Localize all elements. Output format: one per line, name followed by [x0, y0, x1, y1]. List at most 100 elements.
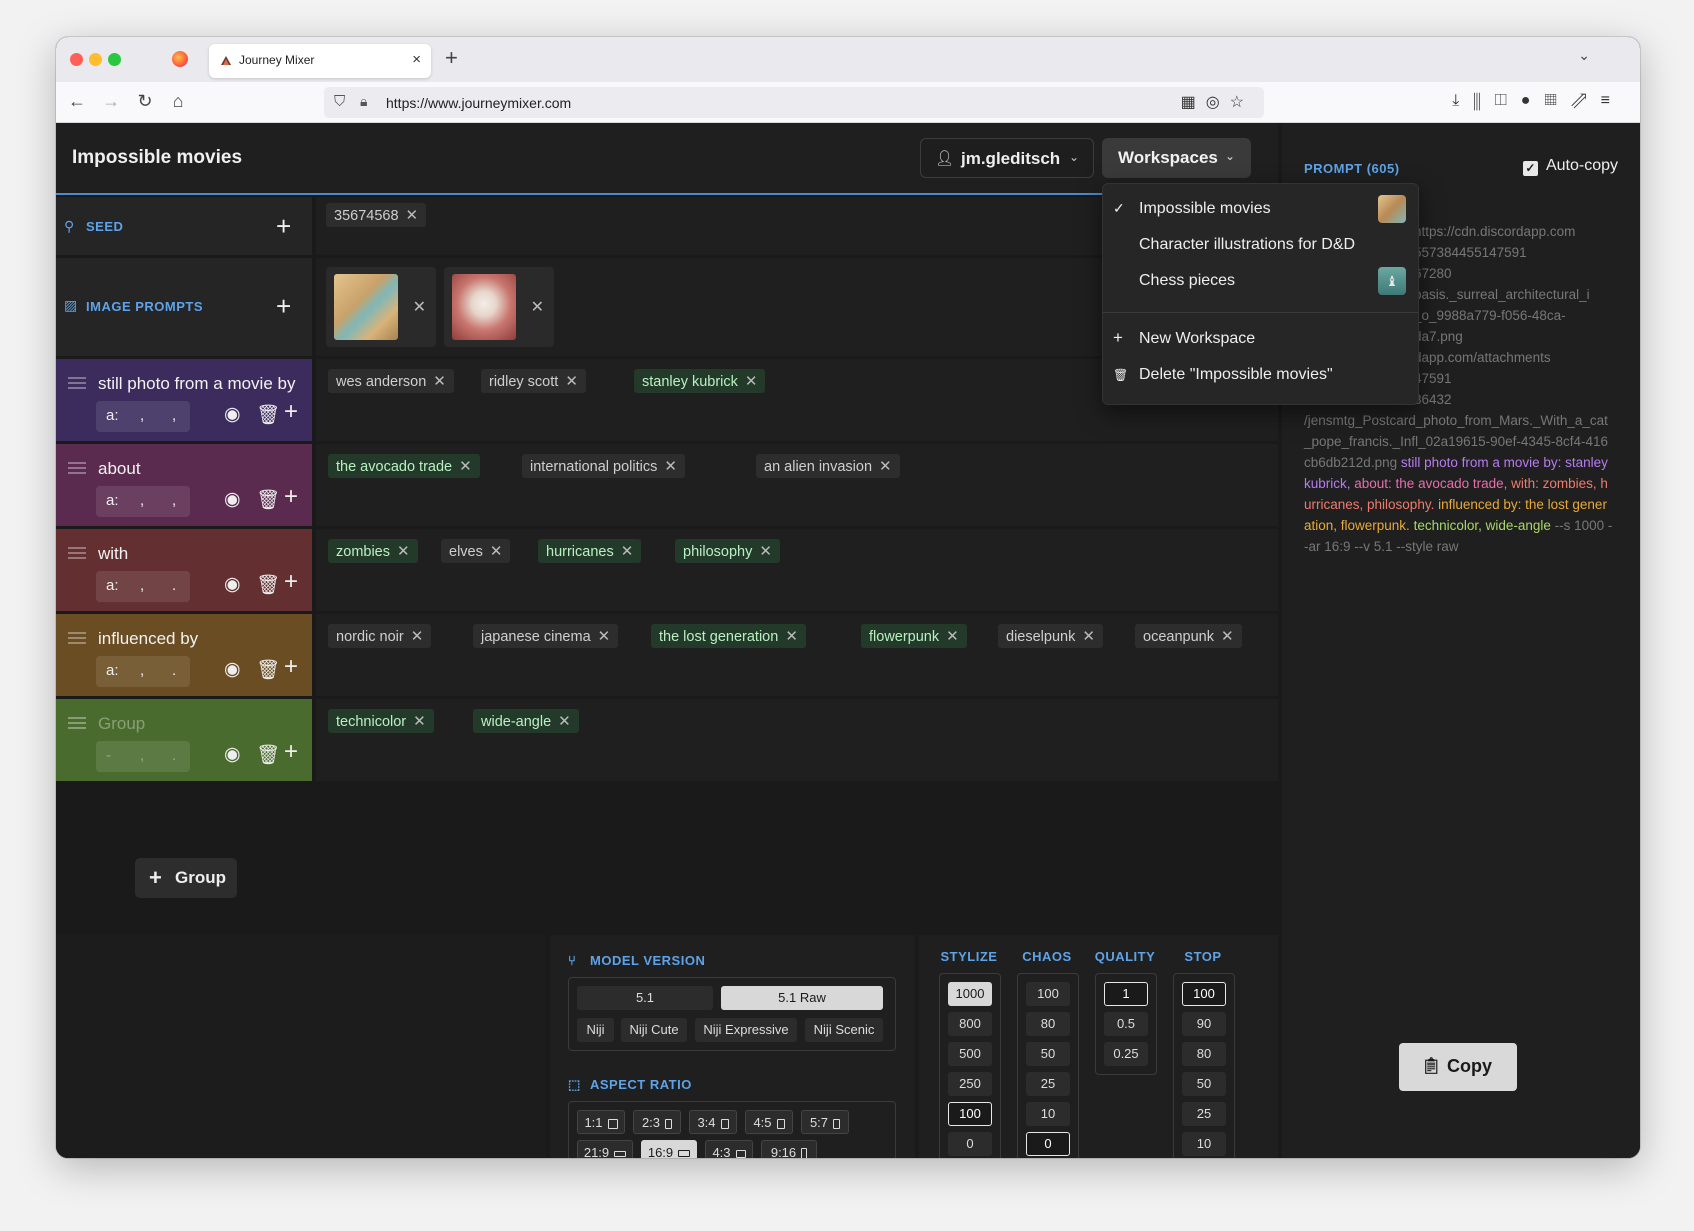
browser-tab-active[interactable]: Journey Mixer ×	[209, 44, 431, 78]
drag-handle-icon[interactable]	[68, 547, 86, 559]
toolbar-icons[interactable]: ⤓⫼◫●▦⇗≡	[1452, 92, 1624, 110]
aspect-ratio-button[interactable]: 21:9	[577, 1140, 633, 1158]
image-thumbnail[interactable]	[452, 274, 516, 340]
close-window-button[interactable]	[70, 53, 83, 66]
plus-icon[interactable]: +	[284, 568, 298, 596]
eye-icon[interactable]: ◉	[224, 658, 241, 681]
stylize-option-button[interactable]: 800	[948, 1012, 992, 1036]
chaos-option-button[interactable]: 80	[1026, 1012, 1070, 1036]
prompt-chip[interactable]: flowerpunk ✕	[861, 624, 967, 648]
aspect-ratio-button[interactable]: 1:1	[577, 1110, 625, 1134]
eye-icon[interactable]: ◉	[224, 403, 241, 426]
remove-chip-icon[interactable]: ✕	[621, 543, 634, 560]
remove-chip-icon[interactable]: ✕	[411, 628, 424, 645]
prompt-chip[interactable]: hurricanes ✕	[538, 539, 642, 563]
stop-option-button[interactable]: 25	[1182, 1102, 1226, 1126]
quality-option-button[interactable]: 0.25	[1104, 1042, 1148, 1066]
firefox-icon[interactable]	[172, 51, 188, 67]
prompt-chip[interactable]: wide-angle ✕	[473, 709, 579, 733]
stylize-option-button[interactable]: 0	[948, 1132, 992, 1156]
niji-scenic-button[interactable]: Niji Scenic	[805, 1018, 883, 1042]
remove-chip-icon[interactable]: ✕	[785, 628, 798, 645]
plus-icon[interactable]: +	[284, 653, 298, 681]
model-5-1-raw-button[interactable]: 5.1 Raw	[721, 986, 883, 1010]
group-weight-input[interactable]: -,.	[96, 741, 190, 772]
new-tab-icon[interactable]: +	[445, 45, 458, 71]
trash-icon[interactable]: 🗑︎	[256, 488, 280, 512]
workspace-item-chess-pieces[interactable]: Chess pieces ♝	[1103, 264, 1418, 298]
back-icon[interactable]: ←	[66, 91, 88, 112]
group-name[interactable]: influenced by	[98, 629, 198, 649]
remove-chip-icon[interactable]: ✕	[413, 713, 426, 730]
drag-handle-icon[interactable]	[68, 462, 86, 474]
url-bar[interactable]: ⛉ 🔒︎ https://www.journeymixer.com ▦◎☆	[324, 87, 1264, 118]
delete-workspace-item[interactable]: 🗑︎ Delete "Impossible movies"	[1103, 358, 1418, 392]
stylize-option-button[interactable]: 500	[948, 1042, 992, 1066]
remove-chip-icon[interactable]: ✕	[879, 458, 892, 475]
chaos-option-button[interactable]: 0	[1026, 1132, 1070, 1156]
prompt-chip[interactable]: elves ✕	[441, 539, 511, 563]
stop-option-button[interactable]: 10	[1182, 1132, 1226, 1156]
niji-cute-button[interactable]: Niji Cute	[621, 1018, 687, 1042]
add-group-button[interactable]: + Group	[135, 858, 237, 898]
stylize-option-button[interactable]: 100	[948, 1102, 992, 1126]
remove-chip-icon[interactable]: ✕	[759, 543, 772, 560]
remove-chip-icon[interactable]: ✕	[558, 713, 571, 730]
stylize-option-button[interactable]: 1000	[948, 982, 992, 1006]
chevron-down-icon[interactable]: ⌄	[1578, 47, 1590, 64]
remove-chip-icon[interactable]: ✕	[433, 373, 446, 390]
trash-icon[interactable]: 🗑︎	[256, 658, 280, 682]
group-name[interactable]: with	[98, 544, 128, 564]
image-prompt-item[interactable]: ✕	[326, 267, 436, 347]
seed-chip[interactable]: 35674568 ✕	[326, 203, 427, 227]
url-actions-icons[interactable]: ▦◎☆	[1181, 92, 1254, 112]
stop-option-button[interactable]: 100	[1182, 982, 1226, 1006]
remove-image-icon[interactable]: ✕	[531, 297, 544, 317]
minimize-window-button[interactable]	[89, 53, 102, 66]
chaos-option-button[interactable]: 25	[1026, 1072, 1070, 1096]
niji-expressive-button[interactable]: Niji Expressive	[695, 1018, 797, 1042]
group-weight-input[interactable]: a:,.	[96, 571, 190, 602]
zoom-window-button[interactable]	[108, 53, 121, 66]
home-icon[interactable]: ⌂	[167, 91, 189, 112]
group-name[interactable]: about	[98, 459, 141, 479]
workspaces-button[interactable]: Workspaces ⌄	[1102, 138, 1251, 178]
prompt-chip[interactable]: the avocado trade ✕	[328, 454, 480, 478]
prompt-chip[interactable]: international politics ✕	[522, 454, 685, 478]
plus-icon[interactable]: +	[284, 398, 298, 426]
aspect-ratio-button[interactable]: 9:16	[761, 1140, 817, 1158]
image-prompt-item[interactable]: ✕	[444, 267, 554, 347]
remove-chip-icon[interactable]: ✕	[745, 373, 758, 390]
eye-icon[interactable]: ◉	[224, 743, 241, 766]
shield-icon[interactable]: ⛉	[334, 93, 345, 110]
prompt-chip[interactable]: an alien invasion ✕	[756, 454, 900, 478]
user-menu-button[interactable]: 👤︎ jm.gleditsch ⌄	[920, 138, 1094, 178]
workspace-item-character-illustrations[interactable]: Character illustrations for D&D	[1103, 228, 1418, 262]
reload-icon[interactable]: ↻	[134, 91, 156, 112]
aspect-ratio-button[interactable]: 16:9	[641, 1140, 697, 1158]
prompt-chip[interactable]: ridley scott ✕	[481, 369, 586, 393]
remove-image-icon[interactable]: ✕	[413, 297, 426, 317]
niji-button[interactable]: Niji	[577, 1018, 614, 1042]
trash-icon[interactable]: 🗑︎	[256, 573, 280, 597]
drag-handle-icon[interactable]	[68, 632, 86, 644]
aspect-ratio-button[interactable]: 4:5	[745, 1110, 793, 1134]
remove-chip-icon[interactable]: ✕	[490, 543, 503, 560]
copy-button[interactable]: 📋︎ Copy	[1399, 1043, 1517, 1091]
prompt-chip[interactable]: nordic noir ✕	[328, 624, 432, 648]
trash-icon[interactable]: 🗑︎	[256, 743, 280, 767]
remove-chip-icon[interactable]: ✕	[565, 373, 578, 390]
plus-icon[interactable]: +	[284, 483, 298, 511]
quality-option-button[interactable]: 1	[1104, 982, 1148, 1006]
group-name[interactable]: still photo from a movie by	[98, 374, 295, 394]
prompt-chip[interactable]: stanley kubrick ✕	[634, 369, 766, 393]
prompt-chip[interactable]: japanese cinema ✕	[473, 624, 619, 648]
checkbox-checked-icon[interactable]: ✓	[1522, 161, 1538, 176]
prompt-chip[interactable]: wes anderson ✕	[328, 369, 454, 393]
prompt-chip[interactable]: the lost generation ✕	[651, 624, 806, 648]
drag-handle-icon[interactable]	[68, 377, 86, 389]
remove-chip-icon[interactable]: ✕	[946, 628, 959, 645]
stop-option-button[interactable]: 80	[1182, 1042, 1226, 1066]
quality-option-button[interactable]: 0.5	[1104, 1012, 1148, 1036]
trash-icon[interactable]: 🗑︎	[256, 403, 280, 427]
